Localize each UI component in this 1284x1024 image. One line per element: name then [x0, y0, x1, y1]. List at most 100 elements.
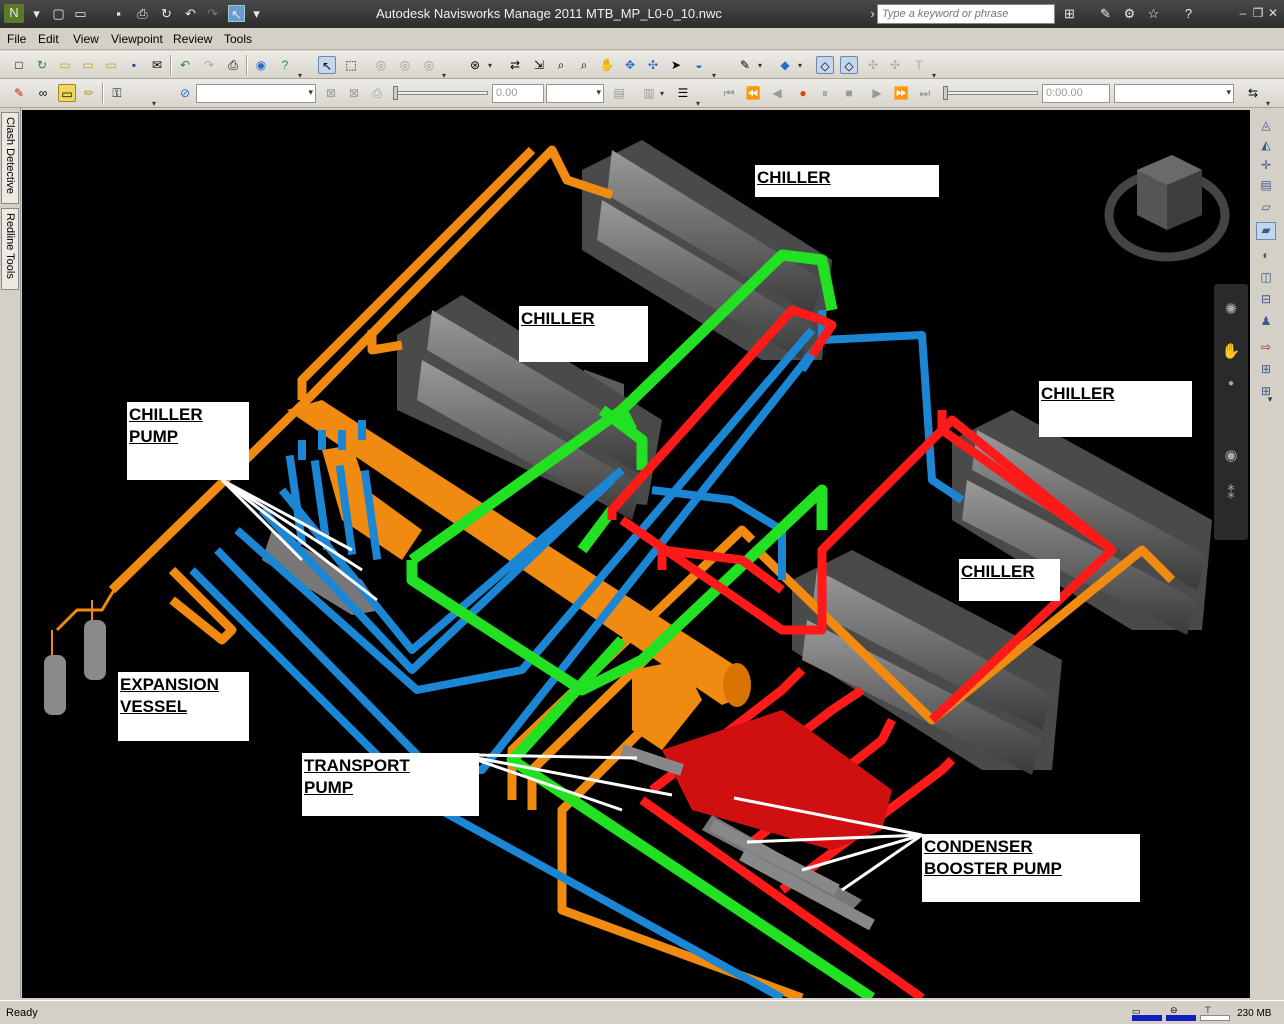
open-icon[interactable]: ▭ — [56, 56, 74, 74]
menu-edit[interactable]: Edit — [38, 32, 59, 46]
help-toolbar-icon[interactable]: ? — [276, 56, 294, 74]
view-front-icon[interactable]: ◭ — [1256, 138, 1276, 156]
playback-slider[interactable] — [943, 86, 1038, 100]
dock-dropdown-icon[interactable]: ▾ — [1260, 394, 1280, 412]
zoom-dot-icon[interactable]: ● — [1220, 378, 1242, 400]
orthographic-icon[interactable]: ◇ — [840, 56, 858, 74]
redline-draw-icon[interactable]: ✎ — [10, 84, 28, 102]
speed-select[interactable]: ▾ — [546, 84, 604, 103]
steering-wheel-icon[interactable]: ✺ — [1220, 300, 1242, 322]
play-icon[interactable]: ▶ — [868, 84, 886, 102]
redo-icon[interactable]: ↷ — [204, 5, 221, 22]
open-file-icon[interactable]: ▭ — [72, 5, 89, 22]
model-tree-icon[interactable]: ⊟ — [1256, 292, 1276, 310]
pan-hand-icon[interactable]: ✋ — [1220, 342, 1242, 364]
print-icon[interactable]: ⎙ — [134, 5, 151, 22]
time-field[interactable]: 0:00.00 — [1042, 84, 1110, 103]
menu-viewpoint[interactable]: Viewpoint — [111, 32, 163, 46]
animation-slider[interactable] — [393, 86, 488, 100]
select-arrow-icon[interactable]: ↖ — [228, 5, 245, 22]
maximize-icon[interactable]: ❐ — [1251, 5, 1265, 21]
select-sets-icon[interactable]: ◎ — [420, 56, 438, 74]
orbit-nav-icon[interactable]: ◉ — [1220, 446, 1242, 468]
render-style-icon[interactable]: ◆ — [776, 56, 794, 74]
subscription-icon[interactable]: ⚙ — [1121, 5, 1138, 22]
walk-footprints-icon[interactable]: ⁑ — [1220, 484, 1242, 506]
undo-icon[interactable]: ↶ — [182, 5, 199, 22]
tree-icon[interactable]: ⊞ — [1256, 362, 1276, 380]
binoculars-icon[interactable]: ⊞ — [1061, 5, 1078, 22]
fly-icon[interactable]: ➤ — [667, 56, 685, 74]
view-shaded-icon[interactable]: ▰ — [1256, 222, 1276, 240]
zoom-icon[interactable]: ⌕ — [552, 56, 570, 74]
menu-tools[interactable]: Tools — [224, 32, 252, 46]
list-icon[interactable]: ☰ — [674, 84, 692, 102]
step-back-icon[interactable]: ⏪ — [744, 84, 762, 102]
look-around-icon[interactable]: ⇲ — [530, 56, 548, 74]
capture-icon[interactable]: ⎙ — [368, 84, 386, 102]
merge-icon[interactable]: ▭ — [79, 56, 97, 74]
append-icon[interactable]: ▭ — [102, 56, 120, 74]
minimize-icon[interactable]: – — [1236, 5, 1250, 21]
tools-icon[interactable]: ✎ — [1097, 5, 1114, 22]
record-cut-icon[interactable]: ⊠ — [322, 84, 340, 102]
tags-icon[interactable]: ⚿ — [108, 84, 126, 102]
publish-icon[interactable]: ✉ — [148, 56, 166, 74]
select-same-icon[interactable]: ◎ — [372, 56, 390, 74]
record-icon[interactable]: ● — [794, 84, 812, 102]
new-file-icon[interactable]: ▢ — [50, 5, 67, 22]
autodesk-online-icon[interactable]: ◉ — [252, 56, 270, 74]
light-icon[interactable]: ◐ — [1256, 248, 1276, 266]
pause-icon[interactable]: ⏸ — [816, 84, 834, 102]
print-toolbar-icon[interactable]: ⎙ — [224, 56, 242, 74]
favorites-star-icon[interactable]: ☆ — [1145, 5, 1162, 22]
viewpoint-select[interactable]: ▾ — [1114, 84, 1234, 103]
redo-toolbar-icon[interactable]: ↷ — [200, 56, 218, 74]
select-inspect-icon[interactable]: ◎ — [396, 56, 414, 74]
trash-icon[interactable]: ▥ — [640, 84, 658, 102]
undo-toolbar-icon[interactable]: ↶ — [176, 56, 194, 74]
stop-icon[interactable]: ■ — [840, 84, 858, 102]
gravity-icon[interactable]: ✣ — [886, 56, 904, 74]
menu-review[interactable]: Review — [173, 32, 212, 46]
pan-icon[interactable]: ✋ — [598, 56, 616, 74]
animation-icon[interactable]: ⊘ — [176, 84, 194, 102]
3d-viewport[interactable]: CHILLER CHILLER CHILLER CHILLER CHILLER … — [22, 110, 1250, 998]
examine-icon[interactable]: ✣ — [644, 56, 662, 74]
search-input[interactable] — [877, 4, 1055, 24]
perspective-icon[interactable]: ◇ — [816, 56, 834, 74]
toggle-panel-icon[interactable]: ⇆ — [1244, 84, 1262, 102]
scripter-icon[interactable]: ▤ — [610, 84, 628, 102]
save-icon[interactable]: ▪ — [110, 5, 127, 22]
menu-view[interactable]: View — [73, 32, 99, 46]
record-keyframe-icon[interactable]: ⊠ — [345, 84, 363, 102]
view-top-icon[interactable]: ◬ — [1256, 118, 1276, 136]
turntable-icon[interactable]: ◒ — [690, 56, 708, 74]
tab-redline-tools[interactable]: Redline Tools — [1, 208, 19, 290]
text-icon[interactable]: T — [910, 56, 928, 74]
view-stack-icon[interactable]: ▤ — [1256, 178, 1276, 196]
menu-file[interactable]: File — [7, 32, 26, 46]
select-box-icon[interactable]: ⬚ — [342, 56, 360, 74]
view-plane-icon[interactable]: ▱ — [1256, 200, 1276, 218]
measure-icon[interactable]: ✏ — [80, 84, 98, 102]
help-icon[interactable]: ? — [1180, 5, 1197, 22]
new-icon[interactable]: □ — [10, 56, 28, 74]
refresh-model-icon[interactable]: ↻ — [33, 56, 51, 74]
person-icon[interactable]: ♟ — [1256, 314, 1276, 332]
tab-clash-detective[interactable]: Clash Detective — [1, 112, 19, 204]
rewind-icon[interactable]: ⏮ — [720, 84, 738, 102]
app-menu-chevron-icon[interactable]: ▾ — [28, 5, 45, 22]
step-forward-icon[interactable]: ⏩ — [892, 84, 910, 102]
link-icon[interactable]: ∞ — [34, 84, 52, 102]
select-tool-icon[interactable]: ↖ — [318, 56, 336, 74]
app-logo-icon[interactable]: N — [4, 4, 24, 23]
navigation-mode-icon[interactable]: ⊛ — [466, 56, 484, 74]
fast-forward-icon[interactable]: ⏭ — [916, 84, 934, 102]
walk-icon[interactable]: ⇄ — [506, 56, 524, 74]
save-file-icon[interactable]: ▪ — [125, 56, 143, 74]
animation-select[interactable]: ▾ — [196, 84, 316, 103]
zoom-box-icon[interactable]: ⌕ — [575, 56, 593, 74]
view-axis-icon[interactable]: ✛ — [1256, 158, 1276, 176]
close-icon[interactable]: ✕ — [1266, 5, 1280, 21]
